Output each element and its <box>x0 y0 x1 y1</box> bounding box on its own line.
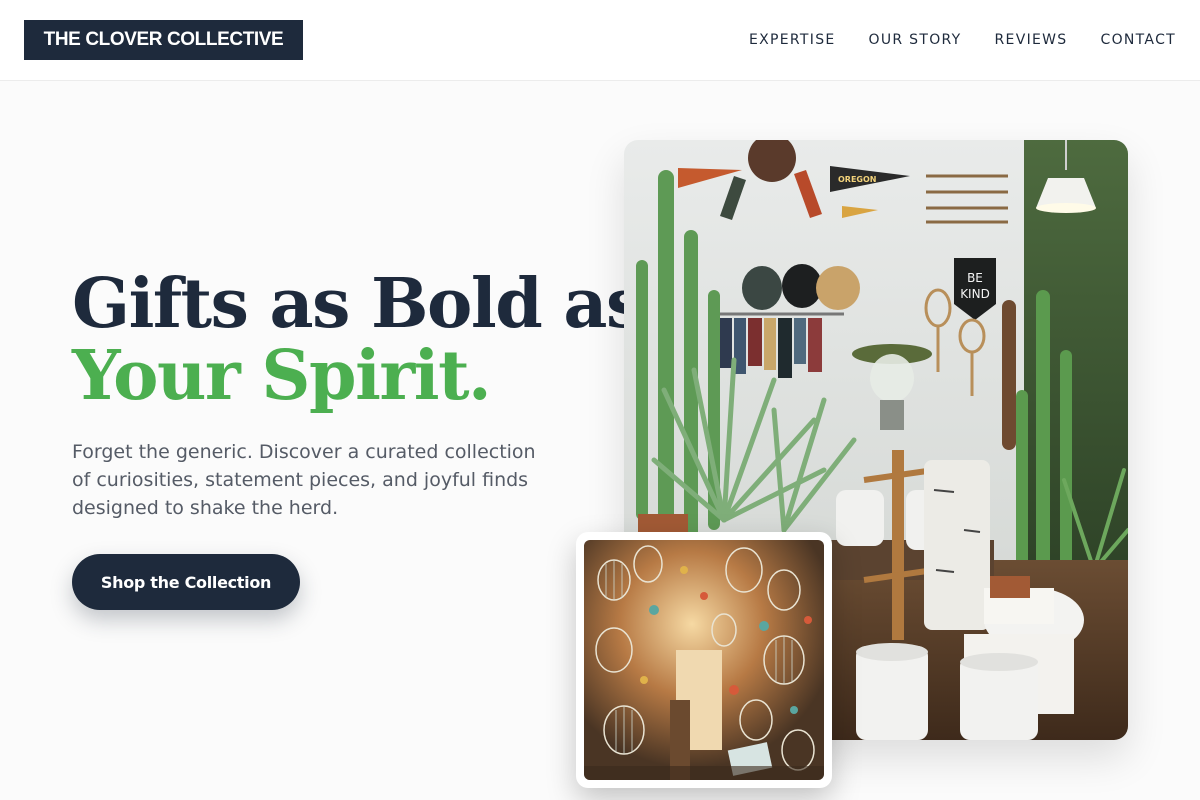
hero-headline-line2: Your Spirit. <box>72 336 492 416</box>
birdcage-shop-illustration <box>584 540 824 780</box>
brand-logo[interactable]: THE CLOVER COLLECTIVE <box>24 20 303 60</box>
sign-line-2: KIND <box>960 287 990 301</box>
hero-headline-line1: Gifts as Bold as <box>72 264 644 344</box>
sign-line-1: BE <box>967 271 983 285</box>
nav-link-our-story[interactable]: OUR STORY <box>869 30 962 50</box>
site-header: THE CLOVER COLLECTIVE EXPERTISE OUR STOR… <box>0 0 1200 81</box>
shop-collection-button[interactable]: Shop the Collection <box>72 554 300 610</box>
hero-headline: Gifts as Bold as Your Spirit. <box>72 264 644 416</box>
inset-image-frame <box>584 540 824 780</box>
main-nav: EXPERTISE OUR STORY REVIEWS CONTACT <box>749 30 1176 50</box>
nav-link-expertise[interactable]: EXPERTISE <box>749 30 836 50</box>
hero-inset-image <box>576 532 832 788</box>
nav-link-contact[interactable]: CONTACT <box>1101 30 1177 50</box>
nav-link-reviews[interactable]: REVIEWS <box>995 30 1068 50</box>
hero-description: Forget the generic. Discover a curated c… <box>72 441 536 519</box>
pennant-text: OREGON <box>838 175 877 184</box>
